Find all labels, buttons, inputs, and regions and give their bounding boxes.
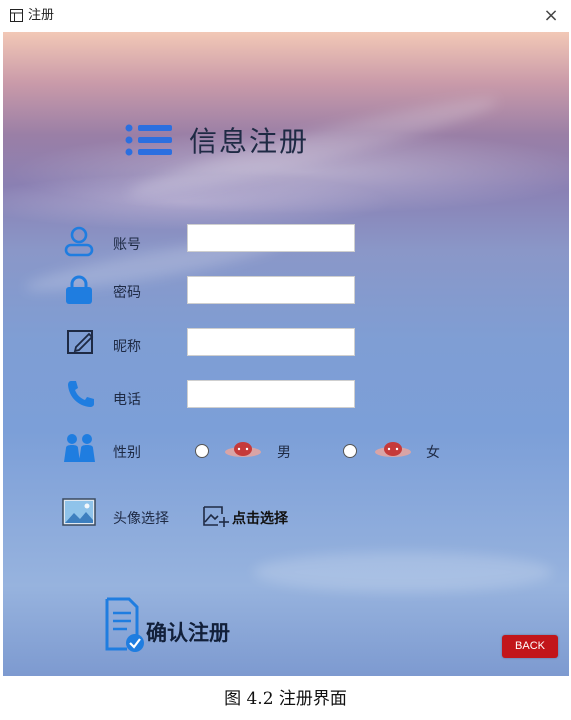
male-avatar-icon — [225, 442, 261, 457]
phone-icon — [68, 381, 94, 407]
gender-label: 性别 — [113, 445, 141, 461]
window-titlebar: 注册 × — [0, 0, 571, 32]
account-field[interactable] — [187, 224, 355, 252]
background-cloud — [125, 86, 501, 208]
confirm-register-button[interactable]: 确认注册 — [146, 617, 230, 647]
phone-label: 电话 — [113, 392, 141, 408]
nickname-label: 昵称 — [113, 339, 141, 355]
people-icon — [64, 434, 95, 462]
nickname-field[interactable] — [187, 328, 355, 356]
list-icon — [125, 124, 172, 156]
page-title: 信息注册 — [189, 125, 310, 158]
back-button[interactable]: BACK — [502, 635, 558, 658]
phone-field[interactable] — [187, 380, 355, 408]
window-title: 注册 — [28, 8, 55, 23]
figure-caption: 图 4.2 注册界面 — [224, 689, 347, 709]
image-icon — [62, 498, 96, 526]
confirm-document-icon — [105, 597, 144, 652]
background-cloud — [253, 552, 553, 592]
password-label: 密码 — [113, 285, 141, 301]
window-icon — [10, 9, 23, 22]
pick-avatar-button[interactable]: 点击选择 — [232, 508, 288, 528]
close-button[interactable]: × — [531, 0, 571, 32]
password-field[interactable] — [187, 276, 355, 304]
gender-female-label: 女 — [426, 445, 440, 461]
register-panel: 信息注册 账号 密码 昵称 电话 性别 男 女 头像选择 点击选择 确认注册 B… — [3, 32, 569, 676]
lock-icon — [66, 275, 92, 304]
gender-male-label: 男 — [277, 445, 291, 461]
gender-female-radio[interactable] — [343, 444, 357, 458]
gender-male-radio[interactable] — [195, 444, 209, 458]
edit-icon — [67, 330, 94, 354]
avatar-label: 头像选择 — [113, 511, 169, 527]
add-image-icon[interactable] — [202, 504, 230, 528]
female-avatar-icon — [375, 442, 411, 457]
account-label: 账号 — [113, 237, 141, 253]
user-icon — [64, 226, 94, 257]
